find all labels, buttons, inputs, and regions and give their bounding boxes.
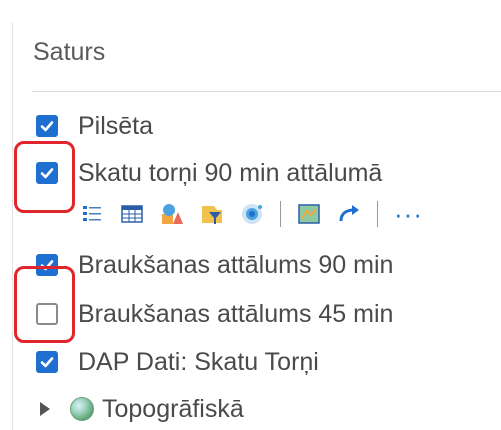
cluster-icon[interactable]	[240, 202, 264, 226]
more-options-icon[interactable]: ···	[394, 201, 423, 227]
layer-label: Skatu torņi 90 min attālumā	[78, 158, 383, 187]
redo-icon[interactable]	[337, 202, 361, 226]
extent-icon[interactable]	[297, 202, 321, 226]
panel-left-border	[12, 22, 13, 430]
toolbar-separator	[280, 201, 281, 227]
basemap-label: Topogrāfiskā	[102, 394, 244, 423]
layer-toolbar: ···	[80, 196, 423, 232]
header-divider	[32, 91, 501, 92]
layer-checkbox-pilseta[interactable]	[36, 115, 58, 137]
layer-label: Braukšanas attālums 45 min	[78, 299, 394, 328]
layer-label: DAP Dati: Skatu Torņi	[78, 347, 319, 376]
globe-icon	[70, 397, 94, 421]
filter-icon[interactable]	[200, 202, 224, 226]
layer-item-brauksanas-90[interactable]: Braukšanas attālums 90 min	[36, 248, 393, 282]
expand-arrow-icon[interactable]	[40, 402, 50, 416]
layer-checkbox-dap-dati[interactable]	[36, 351, 58, 373]
checkmark-icon	[40, 357, 54, 368]
layer-label: Pilsēta	[78, 111, 154, 140]
checkmark-icon	[40, 121, 54, 132]
style-icon[interactable]	[160, 202, 184, 226]
layer-item-skatu-torni[interactable]: Skatu torņi 90 min attālumā	[36, 156, 382, 190]
layer-item-dap-dati[interactable]: DAP Dati: Skatu Torņi	[36, 345, 319, 379]
table-icon[interactable]	[120, 202, 144, 226]
highlight-box	[14, 266, 75, 343]
panel-title: Saturs	[33, 38, 106, 66]
highlight-box	[14, 141, 75, 213]
toolbar-separator	[377, 201, 378, 227]
layer-item-brauksanas-45[interactable]: Braukšanas attālums 45 min	[36, 297, 393, 331]
legend-icon[interactable]	[80, 202, 104, 226]
basemap-item[interactable]: Topogrāfiskā	[40, 392, 244, 426]
layer-item-pilseta[interactable]: Pilsēta	[36, 109, 153, 143]
layer-label: Braukšanas attālums 90 min	[78, 250, 394, 279]
